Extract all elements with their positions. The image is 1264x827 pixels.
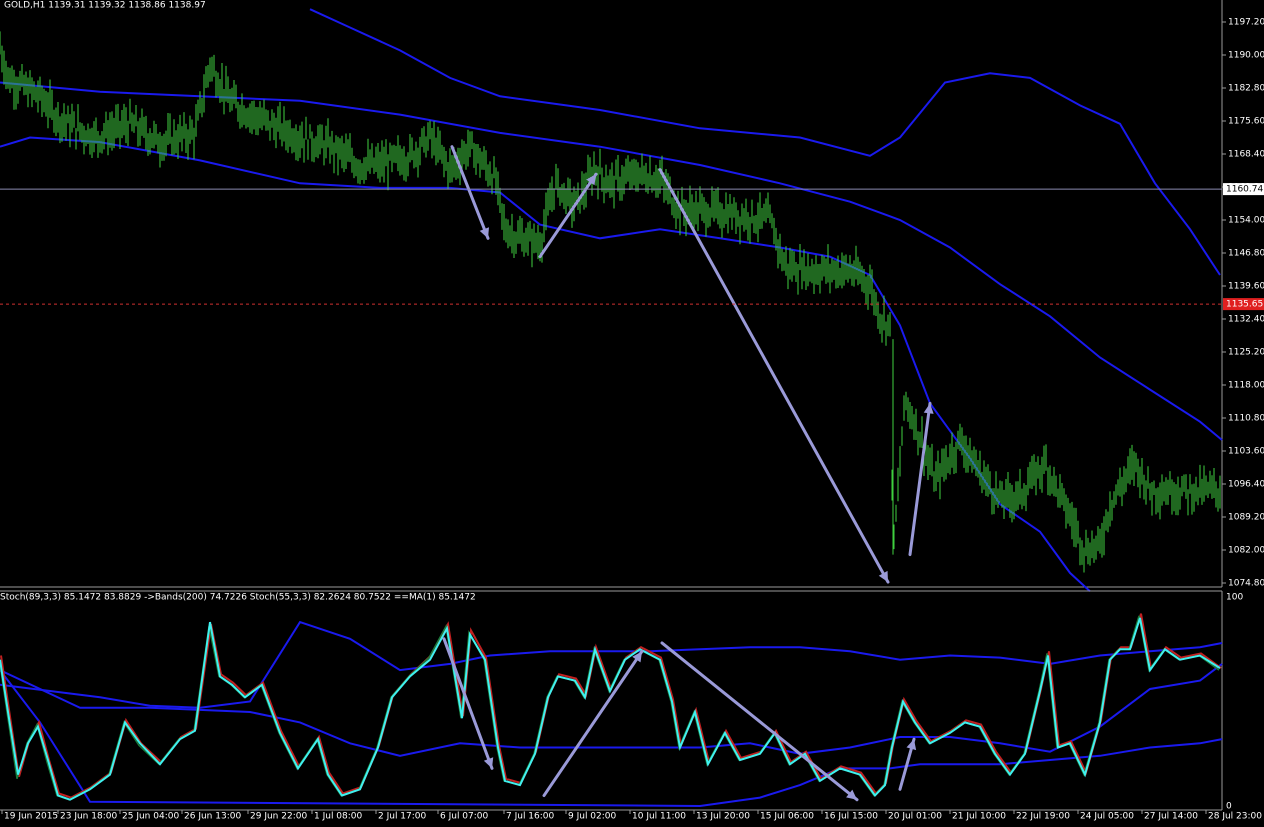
time-tick-label: 15 Jul 06:00 — [760, 812, 814, 822]
hline-price-label: 1160.74 — [1226, 185, 1263, 195]
time-tick-label: 26 Jun 13:00 — [184, 812, 241, 822]
time-tick-label: 28 Jul 23:00 — [1208, 812, 1262, 822]
chart-canvas[interactable]: 1197.201190.001182.801175.601168.401161.… — [0, 0, 1264, 823]
trading-chart-window[interactable]: 1197.201190.001182.801175.601168.401161.… — [0, 0, 1264, 823]
price-tick-label: 1154.00 — [1228, 216, 1264, 226]
price-tick-label: 1175.60 — [1228, 117, 1264, 127]
price-tick-label: 1110.80 — [1228, 414, 1264, 424]
time-tick-label: 23 Jun 18:00 — [60, 812, 117, 822]
price-tick-label: 1096.40 — [1228, 480, 1264, 490]
price-tick-label: 1168.40 — [1228, 150, 1264, 160]
time-tick-label: 19 Jun 2015 — [4, 812, 58, 822]
time-tick-label: 13 Jul 20:00 — [696, 812, 750, 822]
price-tick-label: 1190.00 — [1228, 51, 1264, 61]
time-tick-label: 6 Jul 07:00 — [440, 812, 489, 822]
current-price-label: 1135.65 — [1226, 300, 1263, 310]
price-tick-label: 1074.80 — [1228, 579, 1264, 589]
price-tick-label: 1146.80 — [1228, 249, 1264, 259]
price-tick-label: 1132.40 — [1228, 315, 1264, 325]
symbol-info-label: GOLD,H1 1139.31 1139.32 1138.86 1138.97 — [4, 1, 206, 11]
indicator-label: Stoch(89,3,3) 85.1472 83.8829 ->Bands(20… — [0, 593, 476, 603]
price-tick-label: 1182.80 — [1228, 84, 1264, 94]
time-tick-label: 22 Jul 19:00 — [1016, 812, 1070, 822]
time-tick-label: 20 Jul 01:00 — [888, 812, 942, 822]
price-tick-label: 1139.60 — [1228, 282, 1264, 292]
time-tick-label: 2 Jul 17:00 — [378, 812, 427, 822]
time-tick-label: 29 Jun 22:00 — [250, 812, 307, 822]
time-tick-label: 27 Jul 14:00 — [1144, 812, 1198, 822]
price-tick-label: 1103.60 — [1228, 447, 1264, 457]
time-tick-label: 7 Jul 16:00 — [506, 812, 555, 822]
price-tick-label: 1118.00 — [1228, 381, 1264, 391]
time-tick-label: 16 Jul 15:00 — [824, 812, 878, 822]
stoch-scale-bottom: 0 — [1226, 802, 1232, 812]
time-tick-label: 1 Jul 08:00 — [314, 812, 363, 822]
price-tick-label: 1197.20 — [1228, 18, 1264, 28]
stoch-scale-top: 100 — [1226, 593, 1243, 603]
time-tick-label: 24 Jul 05:00 — [1080, 812, 1134, 822]
time-tick-label: 25 Jun 04:00 — [122, 812, 179, 822]
time-tick-label: 10 Jul 11:00 — [632, 812, 686, 822]
time-tick-label: 21 Jul 10:00 — [952, 812, 1006, 822]
price-tick-label: 1082.00 — [1228, 546, 1264, 556]
price-tick-label: 1089.20 — [1228, 513, 1264, 523]
price-tick-label: 1125.20 — [1228, 348, 1264, 358]
time-tick-label: 9 Jul 02:00 — [568, 812, 617, 822]
